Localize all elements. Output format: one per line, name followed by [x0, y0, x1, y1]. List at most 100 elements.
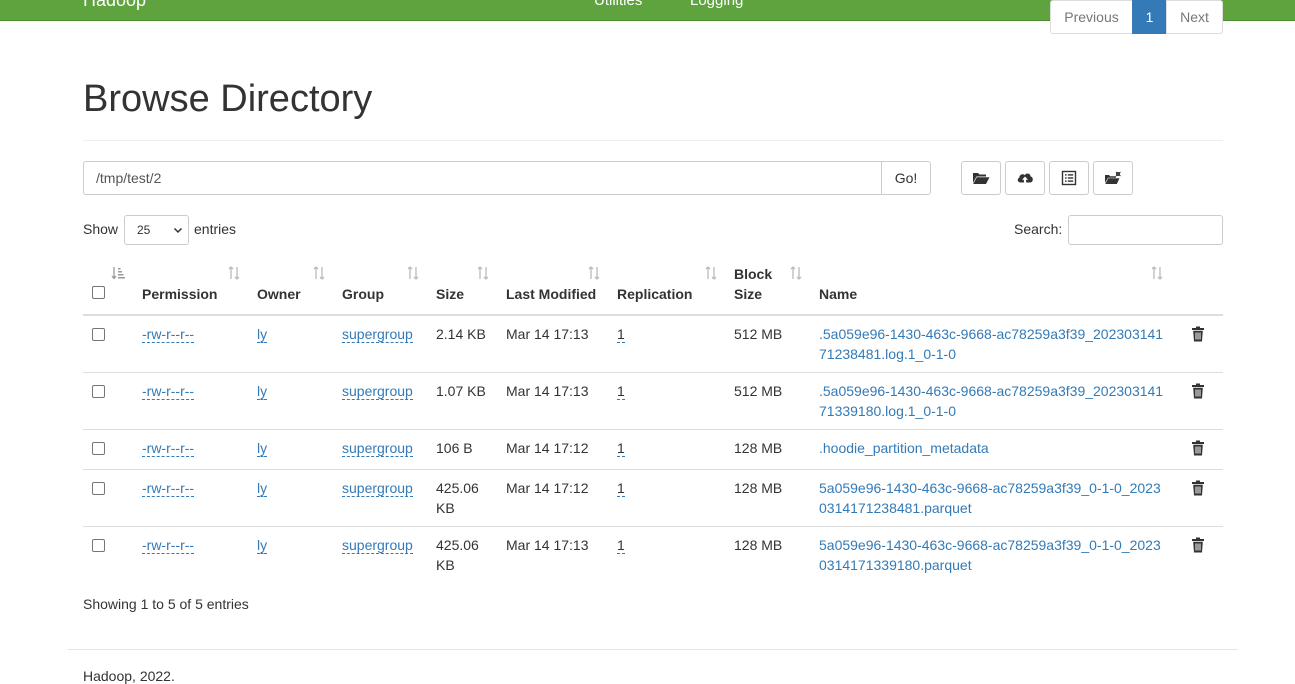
trash-icon[interactable] — [1191, 383, 1205, 399]
select-all-header[interactable] — [83, 256, 134, 316]
entries-per-page-value: 25 — [137, 223, 151, 237]
group-cell: supergroup — [334, 429, 428, 470]
cut-folder-icon — [1105, 171, 1121, 184]
select-all-checkbox[interactable] — [92, 286, 105, 299]
row-select-cell — [83, 372, 134, 430]
file-name-link[interactable]: .5a059e96-1430-463c-9668-ac78259a3f39_20… — [819, 383, 1163, 419]
previous-page-button[interactable]: Previous — [1050, 0, 1133, 34]
owner-cell: ly — [249, 526, 334, 583]
row-select-cell — [83, 526, 134, 583]
row-checkbox[interactable] — [92, 385, 105, 398]
permission-link[interactable]: -rw-r--r-- — [142, 537, 195, 554]
entries-label: entries — [194, 221, 237, 237]
show-label: Show — [83, 221, 119, 237]
group-cell: supergroup — [334, 314, 428, 373]
column-header-block-size[interactable]: Block Size — [726, 256, 811, 316]
file-name-link[interactable]: 5a059e96-1430-463c-9668-ac78259a3f39_0-1… — [819, 537, 1161, 573]
group-link[interactable]: supergroup — [342, 440, 413, 457]
group-cell: supergroup — [334, 526, 428, 583]
replication-cell: 1 — [609, 429, 726, 470]
owner-link[interactable]: ly — [257, 383, 268, 400]
nav-link-logging[interactable]: Logging — [690, 0, 743, 9]
permission-link[interactable]: -rw-r--r-- — [142, 383, 195, 400]
group-link[interactable]: supergroup — [342, 383, 413, 400]
permission-cell: -rw-r--r-- — [134, 526, 249, 583]
column-header-actions — [1172, 256, 1223, 316]
page-1-button[interactable]: 1 — [1132, 0, 1167, 34]
last-modified-cell: Mar 14 17:13 — [498, 314, 609, 373]
replication-link[interactable]: 1 — [617, 326, 625, 343]
cut-paste-button[interactable] — [1093, 161, 1133, 195]
sort-asc-icon — [111, 267, 125, 280]
owner-link[interactable]: ly — [257, 326, 268, 343]
file-name-link[interactable]: .5a059e96-1430-463c-9668-ac78259a3f39_20… — [819, 326, 1163, 362]
replication-link[interactable]: 1 — [617, 383, 625, 400]
file-name-link[interactable]: .hoodie_partition_metadata — [819, 440, 989, 456]
search-label: Search: — [1014, 221, 1063, 237]
group-link[interactable]: supergroup — [342, 537, 413, 554]
title-divider — [83, 140, 1223, 141]
sort-icon — [313, 266, 325, 280]
column-header-last-modified[interactable]: Last Modified — [498, 256, 609, 316]
column-header-size[interactable]: Size — [428, 256, 498, 316]
block-size-cell: 128 MB — [726, 469, 811, 527]
replication-cell: 1 — [609, 526, 726, 583]
replication-cell: 1 — [609, 372, 726, 430]
table-row: -rw-r--r-- ly supergroup 425.06 KB Mar 14 17… — [83, 526, 1223, 583]
permission-link[interactable]: -rw-r--r-- — [142, 440, 195, 457]
trash-icon[interactable] — [1191, 440, 1205, 456]
owner-link[interactable]: ly — [257, 537, 268, 554]
row-checkbox[interactable] — [92, 442, 105, 455]
owner-link[interactable]: ly — [257, 440, 268, 457]
search-input[interactable] — [1068, 215, 1223, 245]
list-view-button[interactable] — [1049, 161, 1089, 195]
table-header-row: Permission Owner Group Size Last Modifie… — [83, 256, 1223, 316]
row-checkbox[interactable] — [92, 539, 105, 552]
replication-link[interactable]: 1 — [617, 537, 625, 554]
block-size-cell: 512 MB — [726, 314, 811, 373]
cloud-upload-icon — [1017, 172, 1033, 184]
sort-icon — [790, 266, 802, 280]
row-select-cell — [83, 469, 134, 527]
name-cell: 5a059e96-1430-463c-9668-ac78259a3f39_0-1… — [811, 469, 1172, 527]
trash-icon[interactable] — [1191, 326, 1205, 342]
showing-entries-info: Showing 1 to 5 of 5 entries — [83, 596, 249, 612]
permission-cell: -rw-r--r-- — [134, 429, 249, 470]
sort-icon — [705, 266, 717, 280]
trash-icon[interactable] — [1191, 480, 1205, 496]
column-header-name[interactable]: Name — [811, 256, 1172, 316]
navbar-brand[interactable]: Hadoop — [83, 0, 146, 11]
block-size-cell: 512 MB — [726, 372, 811, 430]
directory-path-input[interactable] — [83, 161, 882, 195]
owner-link[interactable]: ly — [257, 480, 268, 497]
file-name-link[interactable]: 5a059e96-1430-463c-9668-ac78259a3f39_0-1… — [819, 480, 1161, 516]
column-header-group[interactable]: Group — [334, 256, 428, 316]
entries-per-page-select[interactable]: 25 — [124, 215, 189, 245]
group-link[interactable]: supergroup — [342, 480, 413, 497]
upload-files-button[interactable] — [1005, 161, 1045, 195]
name-cell: 5a059e96-1430-463c-9668-ac78259a3f39_0-1… — [811, 526, 1172, 583]
row-checkbox[interactable] — [92, 482, 105, 495]
permission-link[interactable]: -rw-r--r-- — [142, 480, 195, 497]
column-header-owner[interactable]: Owner — [249, 256, 334, 316]
nav-link-utilities[interactable]: Utilities — [594, 0, 642, 9]
replication-link[interactable]: 1 — [617, 440, 625, 457]
column-header-replication[interactable]: Replication — [609, 256, 726, 316]
go-button[interactable]: Go! — [881, 161, 931, 195]
size-cell: 1.07 KB — [428, 372, 498, 430]
chevron-down-icon — [173, 227, 183, 234]
trash-icon[interactable] — [1191, 537, 1205, 553]
group-link[interactable]: supergroup — [342, 326, 413, 343]
permission-link[interactable]: -rw-r--r-- — [142, 326, 195, 343]
owner-cell: ly — [249, 314, 334, 373]
table-row: -rw-r--r-- ly supergroup 106 B Mar 14 17:12 1… — [83, 429, 1223, 470]
create-directory-button[interactable] — [961, 161, 1001, 195]
last-modified-cell: Mar 14 17:13 — [498, 372, 609, 430]
list-alt-icon — [1061, 170, 1077, 186]
next-page-button[interactable]: Next — [1166, 0, 1223, 34]
row-checkbox[interactable] — [92, 328, 105, 341]
column-header-permission[interactable]: Permission — [134, 256, 249, 316]
table-row: -rw-r--r-- ly supergroup 2.14 KB Mar 14 17:1… — [83, 314, 1223, 373]
size-cell: 425.06 KB — [428, 526, 498, 583]
replication-link[interactable]: 1 — [617, 480, 625, 497]
